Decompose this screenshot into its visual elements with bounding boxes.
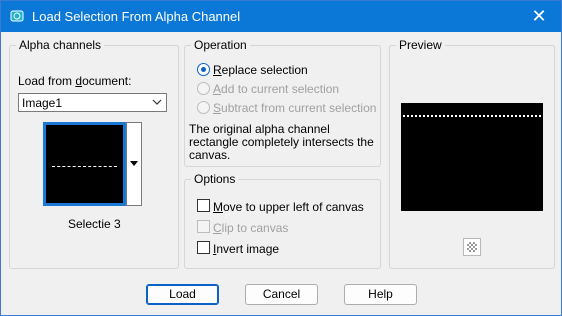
subtract-selection-radio[interactable] (197, 101, 210, 114)
cancel-button[interactable]: Cancel (245, 284, 318, 305)
clip-to-canvas-checkbox[interactable] (197, 220, 210, 233)
transparency-pattern (467, 242, 477, 252)
document-select[interactable]: Image1 (18, 93, 167, 112)
move-upper-left-checkbox[interactable] (197, 199, 210, 212)
channel-dropdown-button[interactable] (126, 122, 142, 206)
document-select-value: Image1 (22, 96, 63, 110)
load-from-label: Load from document: (18, 74, 132, 88)
options-legend: Options (191, 172, 239, 186)
replace-selection-radio[interactable] (197, 63, 210, 76)
help-button[interactable]: Help (344, 284, 417, 305)
window-title: Load Selection From Alpha Channel (32, 9, 241, 24)
subtract-selection-label: Subtract from current selection (213, 101, 377, 115)
operation-info-line3: canvas. (189, 148, 231, 162)
load-button[interactable]: Load (146, 284, 219, 305)
add-selection-label: Add to current selection (213, 82, 340, 96)
title-bar: Load Selection From Alpha Channel ✕ (1, 1, 561, 32)
dialog-window: Load Selection From Alpha Channel ✕ Alph… (0, 0, 562, 316)
operation-info-line1: The original alpha channel (189, 122, 330, 136)
close-button[interactable]: ✕ (517, 1, 561, 32)
move-upper-left-label: Move to upper left of canvas (213, 200, 364, 214)
clip-to-canvas-label: Clip to canvas (213, 221, 289, 235)
invert-image-label: Invert image (213, 242, 280, 256)
operation-info-line2: rectangle completely intersects the (189, 135, 374, 149)
preview-legend: Preview (396, 38, 445, 52)
dropdown-arrow-icon (130, 161, 138, 166)
operation-legend: Operation (191, 38, 250, 52)
chevron-down-icon (151, 96, 163, 108)
add-selection-radio[interactable] (197, 82, 210, 95)
thumbnail-selection-line (52, 166, 117, 167)
preview-canvas (401, 103, 543, 211)
alpha-channel-thumbnail[interactable] (43, 122, 126, 206)
selection-icon (10, 9, 24, 23)
invert-image-checkbox[interactable] (197, 241, 210, 254)
close-icon: ✕ (531, 6, 547, 26)
preview-selection-line (403, 115, 541, 117)
checkerboard-icon[interactable] (463, 238, 481, 256)
replace-selection-label: Replace selection (213, 63, 308, 77)
channel-name: Selectie 3 (68, 217, 121, 231)
alpha-channels-legend: Alpha channels (16, 38, 105, 52)
